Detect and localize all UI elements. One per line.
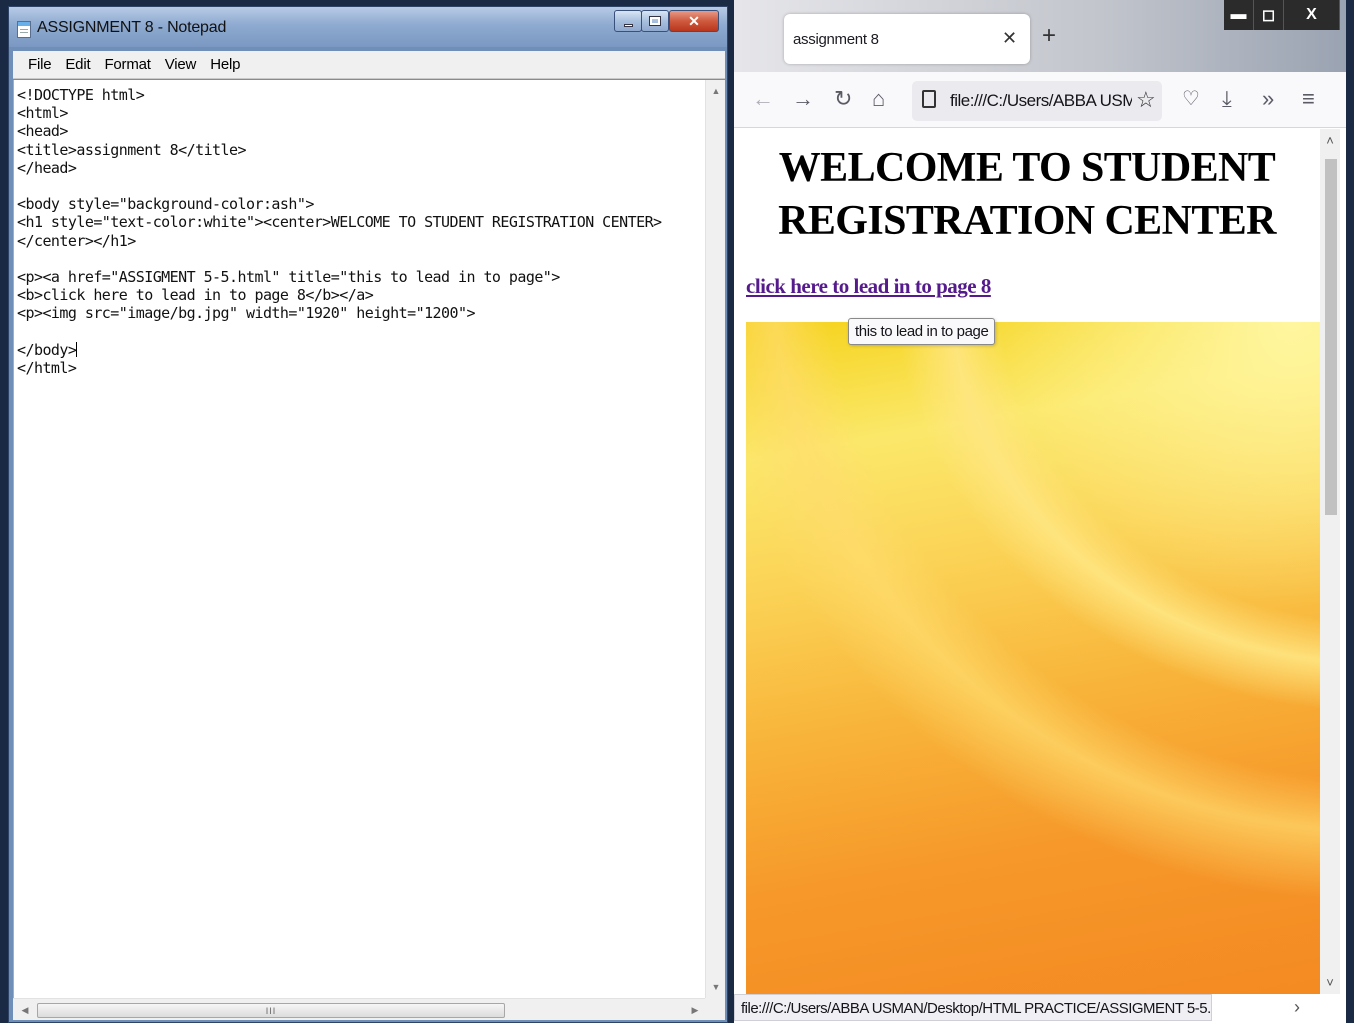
menu-format[interactable]: Format — [97, 56, 157, 73]
minimize-icon — [623, 23, 633, 27]
firefox-window: assignment 8 ✕ + ▬ ◻ X ← → ↻ ⌂ file:///C… — [734, 0, 1346, 1023]
scroll-up-icon[interactable]: ˄ — [1320, 131, 1340, 149]
reload-icon[interactable]: ↻ — [834, 86, 852, 112]
page-heading: WELCOME TO STUDENT REGISTRATION CENTER — [778, 145, 1276, 244]
minimize-button[interactable] — [614, 10, 642, 32]
scroll-down-icon[interactable]: ˅ — [1320, 973, 1340, 991]
notepad-app-icon — [17, 21, 31, 38]
page-link[interactable]: click here to lead in to page 8 — [746, 274, 991, 299]
menu-edit[interactable]: Edit — [58, 56, 97, 73]
page-scroll-thumb[interactable] — [1325, 159, 1337, 515]
horizontal-scroll-thumb[interactable]: III — [37, 1003, 505, 1018]
tab-title: assignment 8 — [793, 31, 879, 48]
menu-view[interactable]: View — [158, 56, 203, 73]
scroll-right-icon[interactable]: ▶ — [685, 1001, 705, 1019]
status-url: file:///C:/Users/ABBA USMAN/Desktop/HTML… — [734, 994, 1212, 1021]
page-vertical-scrollbar[interactable]: ˄ ˅ — [1320, 129, 1340, 994]
menu-icon[interactable]: ≡ — [1302, 86, 1315, 112]
close-button[interactable]: ✕ — [669, 10, 719, 32]
notepad-titlebar[interactable]: ASSIGNMENT 8 - Notepad ✕ — [9, 7, 727, 47]
tab-strip: assignment 8 ✕ + ▬ ◻ X — [734, 0, 1346, 72]
home-icon[interactable]: ⌂ — [872, 86, 885, 112]
close-icon: ✕ — [688, 12, 700, 29]
url-bar[interactable]: file:///C:/Users/ABBA USMAN ☆ — [912, 81, 1162, 121]
scroll-down-icon[interactable]: ▼ — [706, 978, 726, 996]
download-icon[interactable]: ⤓ — [1222, 86, 1232, 112]
forward-icon[interactable]: → — [792, 86, 814, 112]
scroll-right-icon[interactable]: › — [1294, 997, 1300, 1018]
window-controls: ▬ ◻ X — [1224, 0, 1342, 30]
close-icon[interactable]: X — [1284, 0, 1340, 30]
link-tooltip: this to lead in to page — [848, 318, 996, 345]
scroll-left-icon[interactable]: ◀ — [15, 1001, 35, 1019]
tab-assignment-8[interactable]: assignment 8 ✕ — [784, 14, 1030, 64]
maximize-button[interactable] — [641, 10, 669, 32]
menu-help[interactable]: Help — [203, 56, 247, 73]
tab-close-icon[interactable]: ✕ — [1002, 28, 1017, 49]
notepad-vertical-scrollbar[interactable]: ▲ ▼ — [705, 80, 725, 998]
notepad-horizontal-scrollbar[interactable]: ◀ III ▶ — [13, 998, 705, 1020]
notepad-text-area[interactable]: <!DOCTYPE html> <html> <head> <title>ass… — [13, 80, 705, 998]
navigation-toolbar: ← → ↻ ⌂ file:///C:/Users/ABBA USMAN ☆ ♡ … — [734, 72, 1346, 128]
code-text: <!DOCTYPE html> <html> <head> <title>ass… — [17, 86, 662, 359]
notepad-title: ASSIGNMENT 8 - Notepad — [37, 19, 227, 36]
notepad-window: ASSIGNMENT 8 - Notepad ✕ File Edit Forma… — [8, 6, 728, 1023]
new-tab-icon[interactable]: + — [1042, 24, 1056, 48]
background-image — [746, 322, 1320, 994]
size-grip[interactable] — [705, 998, 725, 1020]
page-icon — [922, 90, 936, 108]
pocket-icon[interactable]: ♡ — [1182, 86, 1200, 112]
notepad-menubar: File Edit Format View Help — [13, 51, 725, 79]
url-text: file:///C:/Users/ABBA USMAN — [950, 91, 1132, 110]
minimize-icon[interactable]: ▬ — [1224, 0, 1254, 30]
maximize-icon — [649, 16, 661, 26]
scroll-grip: III — [265, 1005, 277, 1016]
scroll-up-icon[interactable]: ▲ — [706, 82, 726, 100]
overflow-icon[interactable]: » — [1262, 86, 1274, 112]
bookmark-star-icon[interactable]: ☆ — [1136, 87, 1156, 113]
code-text-tail: </html> — [17, 359, 77, 378]
page-viewport: WELCOME TO STUDENT REGISTRATION CENTER c… — [734, 129, 1320, 994]
back-icon[interactable]: ← — [752, 86, 774, 112]
maximize-icon[interactable]: ◻ — [1254, 0, 1284, 30]
text-caret — [76, 341, 78, 357]
menu-file[interactable]: File — [21, 56, 58, 73]
